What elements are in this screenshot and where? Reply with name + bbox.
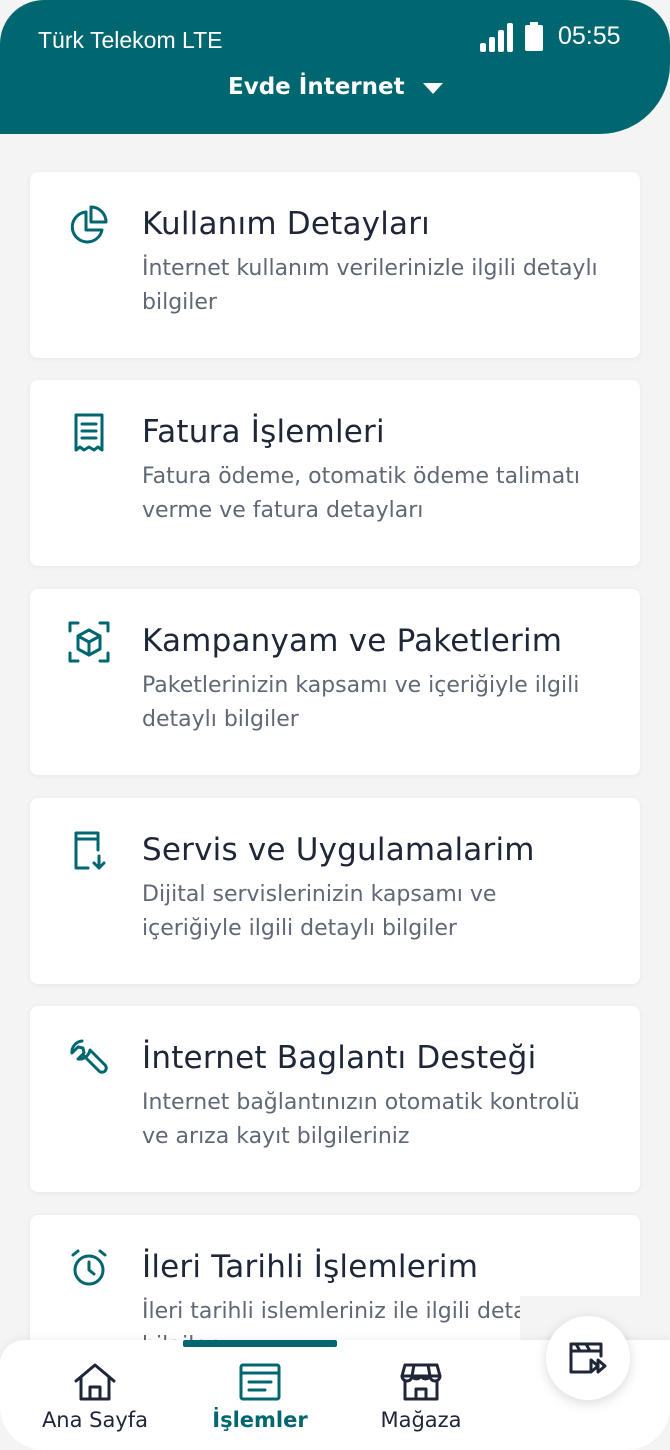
nav-label: İşlemler <box>212 1408 308 1432</box>
active-tab-indicator <box>183 1340 337 1347</box>
card-description: Paketlerinizin kapsamı ve içeriğiyle ilg… <box>142 673 580 732</box>
card-title: Kampanyam ve Paketlerim <box>142 623 563 659</box>
card-title: İleri Tarihli İşlemlerim <box>142 1249 479 1285</box>
nav-label: Mağaza <box>380 1408 462 1432</box>
nav-item-transactions[interactable]: İşlemler <box>185 1362 335 1432</box>
card-description: Dijital servislerinizin kapsamı ve içeri… <box>142 882 497 941</box>
menu-card-invoice[interactable]: Fatura İşlemleri Fatura ödeme, otomatik … <box>30 380 640 566</box>
menu-card-campaigns[interactable]: Kampanyam ve Paketlerim Paketlerinizin k… <box>30 589 640 775</box>
menu-card-usage-details[interactable]: Kullanım Detayları İnternet kullanım ver… <box>30 172 640 358</box>
carrier-name: Türk Telekom LTE <box>38 27 223 53</box>
card-title: Kullanım Detayları <box>142 206 430 242</box>
download-device-icon <box>74 831 106 870</box>
alarm-clock-icon <box>71 1249 107 1286</box>
page-title: Evde İnternet <box>228 74 405 100</box>
package-scan-icon <box>68 621 110 663</box>
card-description: Internet bağlantınızın otomatik kontrolü… <box>142 1090 580 1149</box>
home-icon <box>74 1363 116 1401</box>
nav-item-store[interactable]: Mağaza <box>346 1362 496 1432</box>
transactions-icon <box>239 1363 281 1401</box>
signal-strength-icon <box>480 22 514 52</box>
chevron-down-icon <box>422 82 443 94</box>
service-selector[interactable]: Evde İnternet <box>228 74 443 100</box>
receipt-icon <box>74 413 104 452</box>
card-title: Servis ve Uygulamalarim <box>142 832 535 868</box>
card-title: İnternet Baglantı Desteği <box>142 1040 537 1076</box>
menu-card-services[interactable]: Servis ve Uygulamalarim Dijital servisle… <box>30 798 640 984</box>
nav-label: Ana Sayfa <box>41 1408 149 1432</box>
battery-icon <box>525 22 543 51</box>
menu-card-connection-support[interactable]: İnternet Baglantı Desteği Internet bağla… <box>30 1006 640 1192</box>
wrench-icon <box>70 1039 108 1074</box>
store-icon <box>400 1363 442 1401</box>
media-play-icon <box>569 1342 607 1374</box>
card-description: İnternet kullanım verilerinizle ilgili d… <box>142 256 598 315</box>
pie-chart-icon <box>70 205 108 244</box>
status-bar: Türk Telekom LTE 05:55 <box>0 0 670 70</box>
card-title: Fatura İşlemleri <box>142 414 385 450</box>
status-time: 05:55 <box>558 22 621 50</box>
card-description: Fatura ödeme, otomatik ödeme talimatı ve… <box>142 464 580 523</box>
media-fab-button[interactable] <box>546 1316 630 1400</box>
app-screen: Türk Telekom LTE 05:55 Evde İnternet Kul… <box>0 0 670 1450</box>
nav-item-home[interactable]: Ana Sayfa <box>20 1362 170 1432</box>
header: Türk Telekom LTE 05:55 Evde İnternet <box>0 0 670 134</box>
